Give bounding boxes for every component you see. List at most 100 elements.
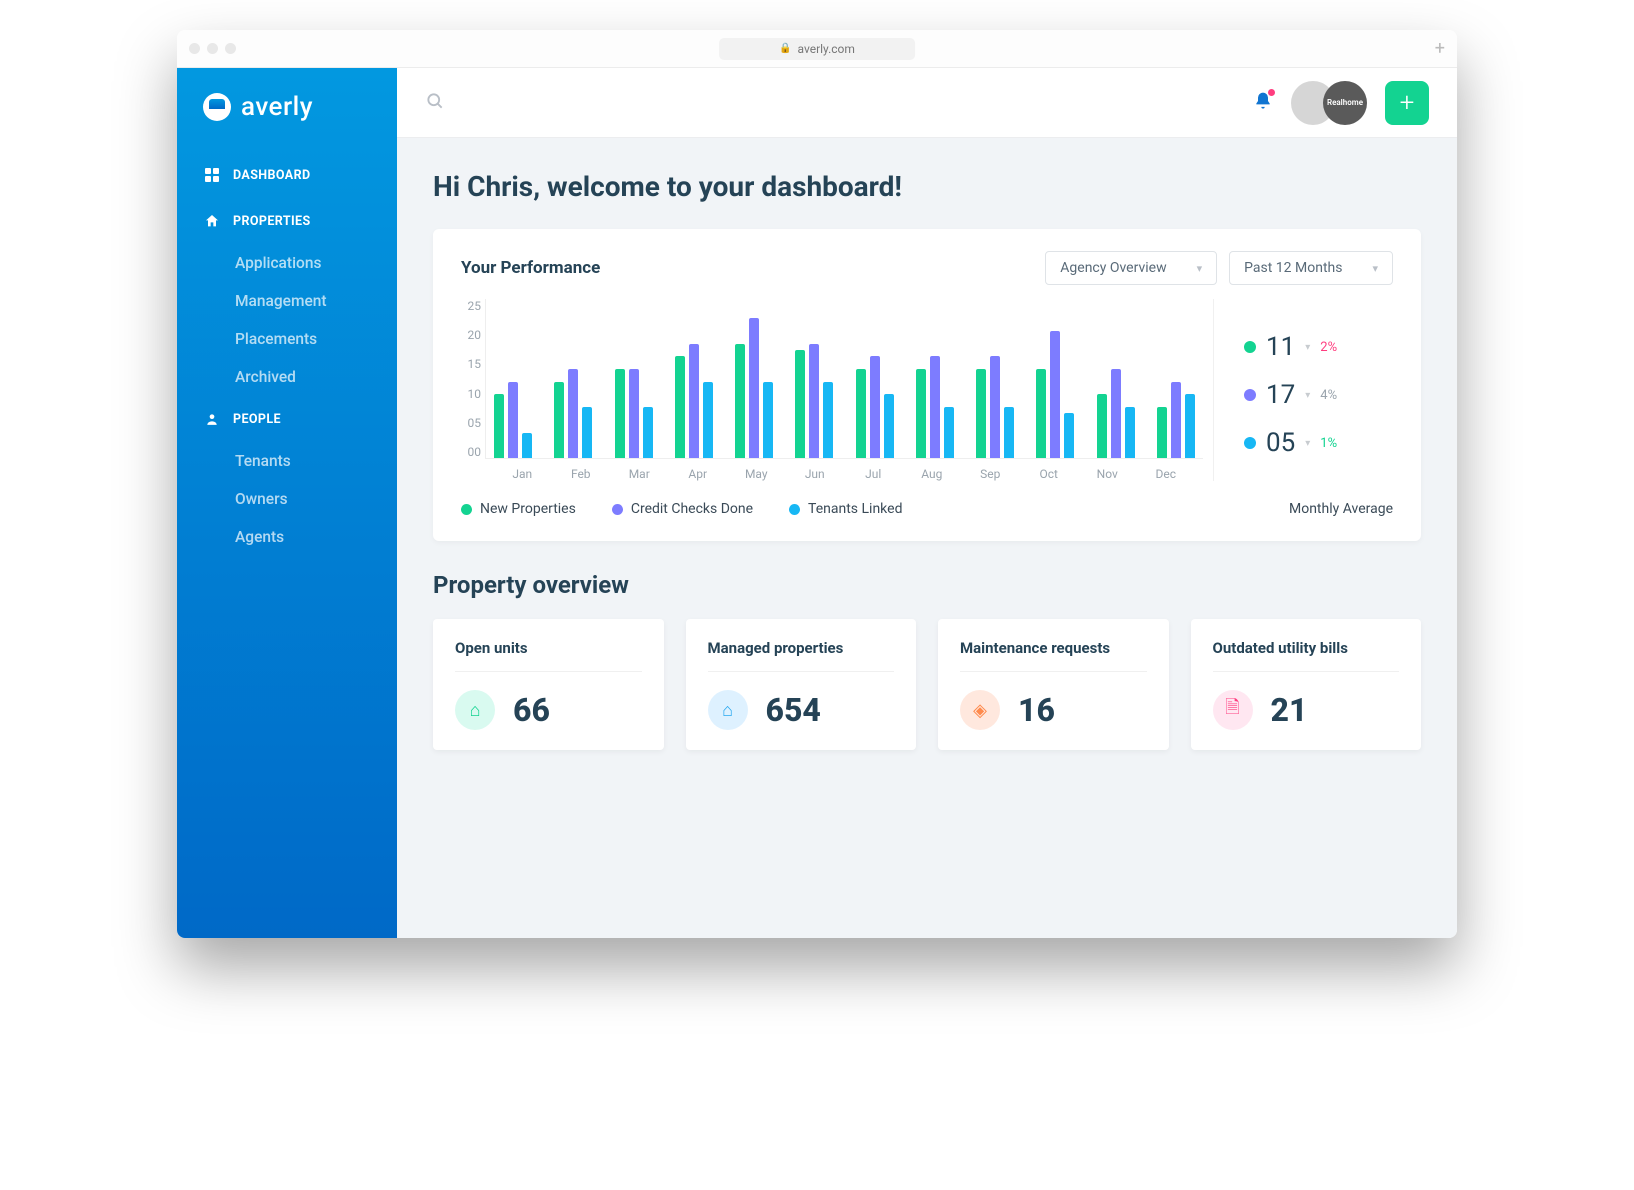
stat-card[interactable]: Outdated utility bills🗎21 <box>1191 619 1422 750</box>
nav-people-label: PEOPLE <box>233 412 281 427</box>
home-icon <box>203 212 221 230</box>
performance-title: Your Performance <box>461 258 1033 278</box>
topbar: Realhome + <box>397 68 1457 138</box>
stat-value: 654 <box>766 691 821 729</box>
nav-people[interactable]: PEOPLE <box>177 396 397 442</box>
performance-card: Your Performance Agency Overview ▾ Past … <box>433 229 1421 541</box>
nav-archived[interactable]: Archived <box>177 358 397 396</box>
close-dot[interactable] <box>189 43 200 54</box>
range-select-label: Past 12 Months <box>1244 260 1342 276</box>
monthly-average-label: Monthly Average <box>1289 501 1393 517</box>
welcome-heading: Hi Chris, welcome to your dashboard! <box>433 170 1421 203</box>
y-tick: 00 <box>461 445 481 459</box>
month-group <box>1157 299 1195 458</box>
x-tick: Oct <box>1020 467 1079 481</box>
bar <box>944 407 954 458</box>
range-select[interactable]: Past 12 Months ▾ <box>1229 251 1393 285</box>
legend-label: Tenants Linked <box>808 501 902 517</box>
legend-item: Credit Checks Done <box>612 501 753 517</box>
month-group <box>615 299 653 458</box>
minimize-dot[interactable] <box>207 43 218 54</box>
chevron-down-icon: ▾ <box>1197 262 1203 275</box>
legend-item: New Properties <box>461 501 576 517</box>
legend-item: Tenants Linked <box>789 501 902 517</box>
browser-window: 🔒 averly.com + averly DASHBOARD PROPERT <box>177 30 1457 938</box>
add-button[interactable]: + <box>1385 81 1429 125</box>
avatar-group[interactable]: Realhome <box>1291 81 1367 125</box>
scope-select[interactable]: Agency Overview ▾ <box>1045 251 1217 285</box>
nav-properties[interactable]: PROPERTIES <box>177 198 397 244</box>
bar <box>856 369 866 458</box>
y-tick: 10 <box>461 387 481 401</box>
stat-value: 21 <box>1271 691 1308 729</box>
nav-applications[interactable]: Applications <box>177 244 397 282</box>
plus-icon: + <box>1400 88 1415 118</box>
kpi-row: 17▾4% <box>1244 380 1393 410</box>
kpi-change: 2% <box>1320 340 1337 355</box>
bar <box>1157 407 1167 458</box>
nav-tenants[interactable]: Tenants <box>177 442 397 480</box>
kpi-row: 11▾2% <box>1244 332 1393 362</box>
kpi-dot-icon <box>1244 437 1256 449</box>
search-icon[interactable] <box>425 91 445 115</box>
nav-agents[interactable]: Agents <box>177 518 397 556</box>
x-tick: Sep <box>961 467 1020 481</box>
x-tick: Jan <box>493 467 552 481</box>
bar <box>1050 331 1060 458</box>
x-tick: Feb <box>552 467 611 481</box>
nav-dashboard-label: DASHBOARD <box>233 168 311 183</box>
bar <box>522 433 532 458</box>
performance-chart: 252015100500 JanFebMarAprMayJunJulAugSep… <box>461 299 1203 481</box>
caret-down-icon: ▾ <box>1305 438 1310 449</box>
stat-card[interactable]: Maintenance requests◈16 <box>938 619 1169 750</box>
bar <box>795 350 805 458</box>
chart-legend: New Properties Credit Checks Done Tenants … <box>461 501 1393 517</box>
bar <box>1004 407 1014 458</box>
nav-management[interactable]: Management <box>177 282 397 320</box>
kpi-dot-icon <box>1244 389 1256 401</box>
brand-logo-icon <box>203 93 231 121</box>
bar <box>735 344 745 458</box>
stat-value: 16 <box>1018 691 1055 729</box>
sidebar: averly DASHBOARD PROPERTIES Applications… <box>177 68 397 938</box>
bar <box>1185 394 1195 458</box>
address-bar[interactable]: 🔒 averly.com <box>719 38 915 60</box>
month-group <box>795 299 833 458</box>
y-axis: 252015100500 <box>461 299 485 459</box>
x-tick: Apr <box>669 467 728 481</box>
legend-label: Credit Checks Done <box>631 501 753 517</box>
kpi-value: 11 <box>1266 332 1295 362</box>
month-group <box>856 299 894 458</box>
x-tick: Aug <box>903 467 962 481</box>
x-tick: Mar <box>610 467 669 481</box>
person-icon <box>203 410 221 428</box>
nav-owners[interactable]: Owners <box>177 480 397 518</box>
bar <box>930 356 940 458</box>
agency-avatar: Realhome <box>1323 81 1367 125</box>
month-group <box>916 299 954 458</box>
stat-card[interactable]: Open units⌂66 <box>433 619 664 750</box>
kpi-row: 05▾1% <box>1244 428 1393 458</box>
bar <box>1064 413 1074 458</box>
kpi-change: 1% <box>1320 436 1337 451</box>
bar <box>1125 407 1135 458</box>
month-group <box>735 299 773 458</box>
y-tick: 20 <box>461 328 481 342</box>
month-group <box>494 299 532 458</box>
legend-dot-icon <box>612 504 623 515</box>
bar <box>916 369 926 458</box>
y-tick: 15 <box>461 357 481 371</box>
new-tab-button[interactable]: + <box>1435 38 1445 59</box>
bell-icon[interactable] <box>1253 91 1273 115</box>
y-tick: 25 <box>461 299 481 313</box>
bar <box>629 369 639 458</box>
bar <box>689 344 699 458</box>
brand[interactable]: averly <box>177 92 397 152</box>
maximize-dot[interactable] <box>225 43 236 54</box>
x-tick: Dec <box>1137 467 1196 481</box>
nav-placements[interactable]: Placements <box>177 320 397 358</box>
x-axis: JanFebMarAprMayJunJulAugSepOctNovDec <box>461 459 1203 481</box>
nav-dashboard[interactable]: DASHBOARD <box>177 152 397 198</box>
stat-card[interactable]: Managed properties⌂654 <box>686 619 917 750</box>
bar <box>703 382 713 458</box>
